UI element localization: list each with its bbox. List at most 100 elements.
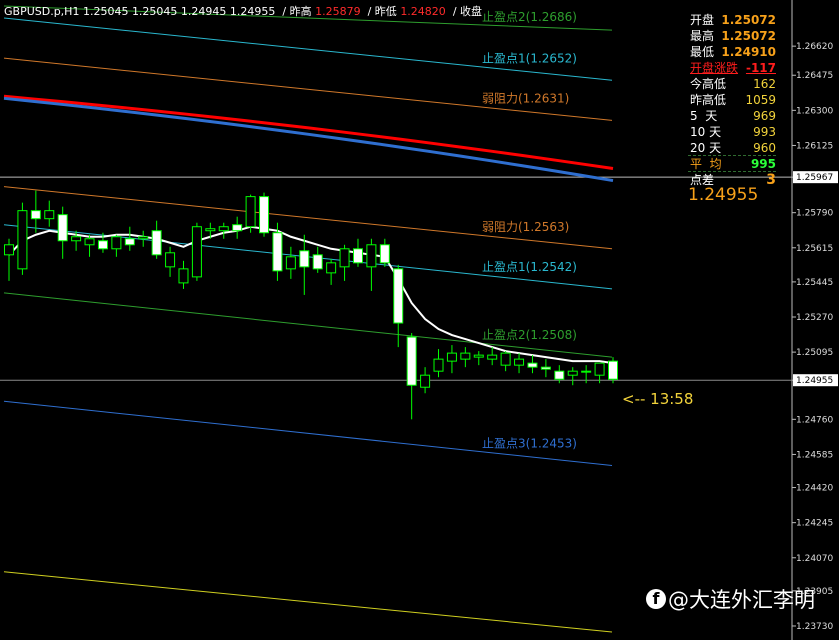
change-value: -117 xyxy=(745,61,776,75)
stat-label: 今高低 xyxy=(690,77,727,91)
stat-row: 昨高低 1059 xyxy=(688,92,788,108)
axis-tick-label: 1.24245 xyxy=(796,519,833,529)
candle-body xyxy=(433,358,444,372)
level-label: 止盈点1(1.2652) xyxy=(482,52,577,66)
candle-body xyxy=(178,268,189,284)
candle-body xyxy=(514,358,525,366)
axis-tick-label: 1.25095 xyxy=(796,348,833,358)
candle-body xyxy=(218,226,229,232)
axis-tick-label: 1.26620 xyxy=(796,42,833,52)
stat-label: 10 天 xyxy=(690,125,722,139)
candle-body xyxy=(567,370,578,376)
axis-tick-label: 1.24070 xyxy=(796,554,833,564)
stat-value: 993 xyxy=(753,125,776,139)
candle-body xyxy=(111,236,122,250)
prev-low-value: 1.24820 xyxy=(400,5,446,18)
axis-tick-label: 1.25270 xyxy=(796,313,833,323)
level-line xyxy=(3,571,613,633)
candle-body xyxy=(487,354,498,360)
candle-body xyxy=(44,210,55,220)
candle-body xyxy=(232,224,243,232)
candle-body xyxy=(151,230,162,256)
candle-body xyxy=(379,244,390,264)
stat-row: 今高低 162 xyxy=(688,76,788,92)
current-price-big: 1.24955 xyxy=(688,185,759,205)
level-label: 止盈点1(1.2542) xyxy=(482,260,577,274)
bar-countdown: <-- 13:58 xyxy=(622,390,694,408)
candle-body xyxy=(4,244,14,256)
price-axis: 1.268901.266201.264751.263001.261251.259… xyxy=(792,42,838,632)
candle-body xyxy=(205,228,216,232)
stat-row: 5 天 969 xyxy=(688,108,788,124)
candle-body xyxy=(540,366,551,370)
axis-tick-label: 1.24760 xyxy=(796,415,833,425)
axis-tick-label: 1.26300 xyxy=(796,106,833,116)
stat-label: 昨高低 xyxy=(690,93,727,107)
candle-body xyxy=(30,210,41,220)
candle-body xyxy=(259,196,270,234)
axis-tick-label: 1.25445 xyxy=(796,278,833,288)
candle-body xyxy=(326,262,337,274)
axis-tick-label: 1.25615 xyxy=(796,244,833,254)
high-value: 1.25072 xyxy=(721,29,776,43)
axis-tick-label: 1.24955 xyxy=(796,376,833,386)
weibo-logo-icon: f xyxy=(646,589,666,609)
open-value: 1.25072 xyxy=(721,13,776,27)
candle-body xyxy=(554,370,565,380)
average-label: 平 均 xyxy=(690,157,722,171)
header-ohlc: 1.25045 1.25045 1.24945 1.24955 xyxy=(82,5,276,18)
high-row: 最高 1.25072 xyxy=(688,28,788,44)
stat-value: 969 xyxy=(753,109,776,123)
axis-tick-label: 1.25790 xyxy=(796,209,833,219)
candle-body xyxy=(473,354,484,358)
candle-body xyxy=(299,250,310,268)
stat-row: 20 天 960 xyxy=(688,140,788,156)
candle-body xyxy=(581,370,592,373)
axis-tick-label: 1.26125 xyxy=(796,141,833,151)
candle-body xyxy=(594,362,605,376)
stat-label: 20 天 xyxy=(690,141,722,155)
prev-high-value: 1.25879 xyxy=(315,5,361,18)
level-line xyxy=(3,186,613,250)
candle-body xyxy=(393,268,404,324)
prev-low-label: / 昨低 xyxy=(367,5,397,18)
candle-body xyxy=(165,252,176,268)
candle-body xyxy=(84,238,95,246)
level-label: 弱阻力(1.2631) xyxy=(482,92,569,106)
level-line xyxy=(3,292,613,358)
candle-body xyxy=(57,214,68,242)
candle-body xyxy=(527,362,538,368)
candle-body xyxy=(608,360,618,380)
stat-row: 10 天 993 xyxy=(688,124,788,140)
low-value: 1.24910 xyxy=(721,45,776,59)
candle-body xyxy=(285,256,296,270)
candle-body xyxy=(97,240,108,250)
candle-body xyxy=(352,248,363,264)
header-symbol: GBPUSD.p,H1 xyxy=(4,5,80,18)
candle-body xyxy=(406,336,417,386)
close-label: / 收盘 xyxy=(452,5,483,18)
candle-body xyxy=(245,196,256,228)
candle-body xyxy=(191,226,202,278)
stat-value: 960 xyxy=(753,141,776,155)
watermark-text: @大连外汇李明 xyxy=(668,588,815,612)
level-line xyxy=(3,400,613,466)
stats-panel: 开盘 1.25072 最高 1.25072 最低 1.24910 开盘涨跌 -1… xyxy=(688,12,788,188)
average-row: 平 均 995 xyxy=(688,156,788,172)
stat-value: 1059 xyxy=(745,93,776,107)
level-line xyxy=(3,57,613,121)
candle-body xyxy=(71,236,82,242)
panel-divider xyxy=(688,155,776,156)
change-row: 开盘涨跌 -117 xyxy=(688,60,788,76)
level-line xyxy=(3,17,613,81)
open-row: 开盘 1.25072 xyxy=(688,12,788,28)
level-label: 弱阻力(1.2563) xyxy=(482,220,569,234)
average-value: 995 xyxy=(750,157,776,171)
stat-value: 162 xyxy=(753,77,776,91)
candle-body xyxy=(460,352,471,360)
stat-label: 5 天 xyxy=(690,109,718,123)
watermark: f @大连外汇李明 xyxy=(646,584,815,614)
candle-body xyxy=(138,236,149,240)
change-label: 开盘涨跌 xyxy=(690,61,739,75)
level-label: 止盈点2(1.2508) xyxy=(482,328,577,342)
